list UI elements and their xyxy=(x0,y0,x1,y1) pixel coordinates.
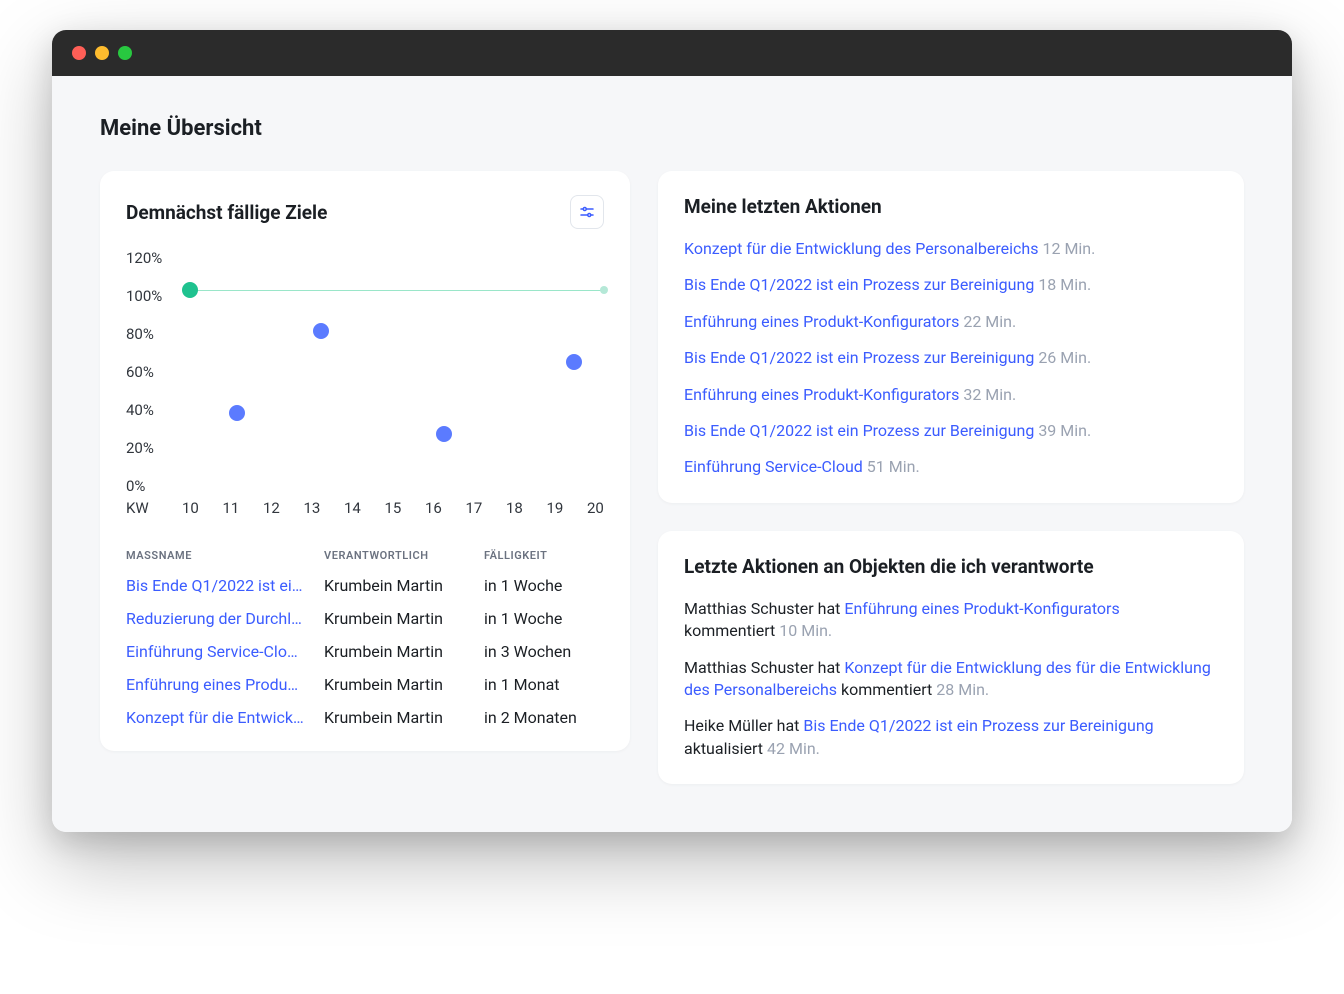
goal-link[interactable]: Konzept für die Entwicklun… xyxy=(126,708,304,727)
chart-point xyxy=(229,405,245,421)
recent-actions-title: Meine letzten Aktionen xyxy=(684,195,882,218)
app-window: Meine Übersicht Demnächst fällige Ziele xyxy=(52,30,1292,832)
upcoming-goals-title: Demnächst fällige Ziele xyxy=(126,201,327,224)
action-link[interactable]: Bis Ende Q1/2022 ist ein Prozess zur Ber… xyxy=(684,275,1034,294)
action-link[interactable]: Einführung Service-Cloud xyxy=(684,457,863,476)
goal-owner: Krumbein Martin xyxy=(324,609,464,628)
x-tick: 12 xyxy=(263,499,280,519)
maximize-icon[interactable] xyxy=(118,46,132,60)
action-item: Bis Ende Q1/2022 ist ein Prozess zur Ber… xyxy=(684,347,1218,369)
col-due: FÄLLIGKEIT xyxy=(484,549,604,562)
goal-owner: Krumbein Martin xyxy=(324,642,464,661)
goal-due: in 1 Woche xyxy=(484,609,604,628)
x-tick: 17 xyxy=(466,499,483,519)
y-tick: 100% xyxy=(126,287,182,305)
chart-point xyxy=(436,426,452,442)
chart-point xyxy=(182,282,198,298)
x-tick: 10 xyxy=(182,499,199,519)
upcoming-goals-card: Demnächst fällige Ziele 120%100%80%60%40… xyxy=(100,171,630,751)
object-link[interactable]: Bis Ende Q1/2022 ist ein Prozess zur Ber… xyxy=(803,716,1153,735)
owned-action-item: Matthias Schuster hat Enführung eines Pr… xyxy=(684,598,1218,643)
goals-table: MASSNAME VERANTWORTLICH FÄLLIGKEIT Bis E… xyxy=(126,549,604,727)
action-time: 28 Min. xyxy=(936,680,989,699)
x-tick: 14 xyxy=(344,499,361,519)
action-link[interactable]: Bis Ende Q1/2022 ist ein Prozess zur Ber… xyxy=(684,348,1034,367)
x-tick: 19 xyxy=(547,499,564,519)
action-time: 42 Min. xyxy=(767,739,820,758)
x-tick: 20 xyxy=(587,499,604,519)
action-item: Bis Ende Q1/2022 ist ein Prozess zur Ber… xyxy=(684,274,1218,296)
goal-due: in 1 Woche xyxy=(484,576,604,595)
owned-actions-card: Letzte Aktionen an Objekten die ich vera… xyxy=(658,531,1244,784)
action-time: 18 Min. xyxy=(1038,275,1091,294)
col-massname: MASSNAME xyxy=(126,549,304,562)
object-link[interactable]: Enführung eines Produkt-Konfigurators xyxy=(844,599,1119,618)
x-tick: 11 xyxy=(223,499,240,519)
actor-text: Heike Müller hat xyxy=(684,716,803,735)
x-tick: 15 xyxy=(385,499,402,519)
owned-actions-title: Letzte Aktionen an Objekten die ich vera… xyxy=(684,555,1094,578)
target-line xyxy=(182,290,604,291)
x-tick: 18 xyxy=(506,499,523,519)
goal-link[interactable]: Reduzierung der Durchlauf… xyxy=(126,609,304,628)
actor-text: Matthias Schuster hat xyxy=(684,658,844,677)
col-owner: VERANTWORTLICH xyxy=(324,549,464,562)
action-item: Konzept für die Entwicklung des Personal… xyxy=(684,238,1218,260)
action-time: 39 Min. xyxy=(1038,421,1091,440)
y-tick: 40% xyxy=(126,401,182,419)
verb-text: kommentiert xyxy=(684,621,775,640)
minimize-icon[interactable] xyxy=(95,46,109,60)
action-time: 26 Min. xyxy=(1038,348,1091,367)
action-item: Bis Ende Q1/2022 ist ein Prozess zur Ber… xyxy=(684,420,1218,442)
goal-owner: Krumbein Martin xyxy=(324,675,464,694)
y-tick: 0% xyxy=(126,477,182,495)
x-tick: 13 xyxy=(304,499,321,519)
action-item: Enführung eines Produkt-Konfigurators32 … xyxy=(684,384,1218,406)
action-time: 12 Min. xyxy=(1042,239,1095,258)
action-time: 22 Min. xyxy=(963,312,1016,331)
action-time: 10 Min. xyxy=(779,621,832,640)
x-axis-label: KW xyxy=(126,499,182,519)
recent-actions-card: Meine letzten Aktionen Konzept für die E… xyxy=(658,171,1244,503)
action-time: 32 Min. xyxy=(963,385,1016,404)
filter-button[interactable] xyxy=(570,195,604,229)
action-link[interactable]: Bis Ende Q1/2022 ist ein Prozess zur Ber… xyxy=(684,421,1034,440)
action-time: 51 Min. xyxy=(867,457,920,476)
titlebar xyxy=(52,30,1292,76)
chart-point xyxy=(313,323,329,339)
verb-text: aktualisiert xyxy=(684,739,763,758)
action-item: Enführung eines Produkt-Konfigurators22 … xyxy=(684,311,1218,333)
verb-text: kommentiert xyxy=(837,680,932,699)
target-end-dot xyxy=(600,286,608,294)
goal-due: in 3 Wochen xyxy=(484,642,604,661)
owned-action-item: Matthias Schuster hat Konzept für die En… xyxy=(684,657,1218,702)
chart-point xyxy=(566,354,582,370)
dashboard-grid: Demnächst fällige Ziele 120%100%80%60%40… xyxy=(100,171,1244,784)
owned-action-item: Heike Müller hat Bis Ende Q1/2022 ist ei… xyxy=(684,715,1218,760)
goal-owner: Krumbein Martin xyxy=(324,576,464,595)
close-icon[interactable] xyxy=(72,46,86,60)
goal-link[interactable]: Enführung eines Produkt… xyxy=(126,675,304,694)
y-tick: 120% xyxy=(126,249,182,267)
traffic-lights xyxy=(72,46,132,60)
action-item: Einführung Service-Cloud51 Min. xyxy=(684,456,1218,478)
goal-owner: Krumbein Martin xyxy=(324,708,464,727)
action-link[interactable]: Konzept für die Entwicklung des Personal… xyxy=(684,239,1038,258)
action-link[interactable]: Enführung eines Produkt-Konfigurators xyxy=(684,312,959,331)
actor-text: Matthias Schuster hat xyxy=(684,599,844,618)
goals-chart: 120% 100% 80% 60% 40% 20% 0% KW 10 11 12 13 14 15 16… xyxy=(126,249,604,519)
goal-due: in 2 Monaten xyxy=(484,708,604,727)
x-tick: 16 xyxy=(425,499,442,519)
goal-link[interactable]: Einführung Service-Cloud… xyxy=(126,642,304,661)
goal-due: in 1 Monat xyxy=(484,675,604,694)
sliders-icon xyxy=(578,203,596,221)
page-title: Meine Übersicht xyxy=(100,116,1244,141)
content: Meine Übersicht Demnächst fällige Ziele xyxy=(52,76,1292,832)
action-link[interactable]: Enführung eines Produkt-Konfigurators xyxy=(684,385,959,404)
y-tick: 20% xyxy=(126,439,182,457)
y-tick: 60% xyxy=(126,363,182,381)
y-tick: 80% xyxy=(126,325,182,343)
goal-link[interactable]: Bis Ende Q1/2022 ist ein P… xyxy=(126,576,304,595)
